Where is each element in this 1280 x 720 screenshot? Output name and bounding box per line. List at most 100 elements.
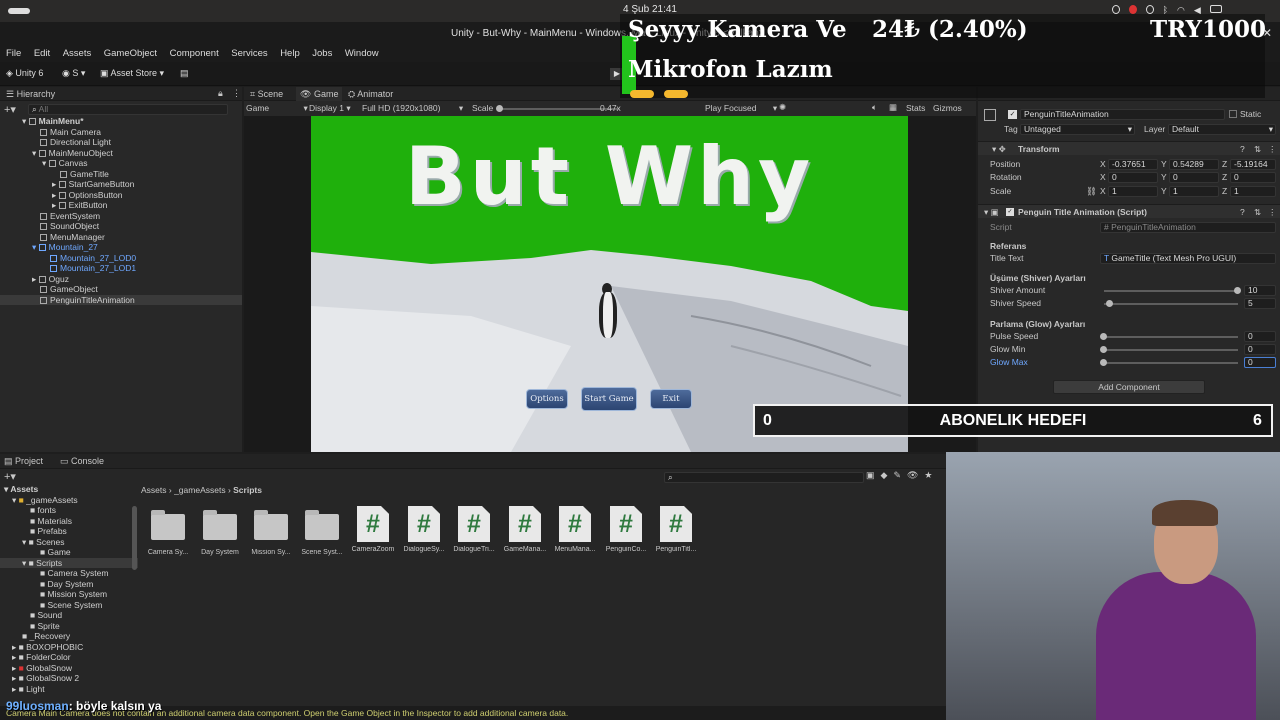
asset-store-button[interactable]: ▣ Asset Store ▾ <box>100 68 164 79</box>
scale-y-input[interactable]: 1 <box>1169 186 1219 197</box>
project-tree-item[interactable]: ▸ ■ FolderColor <box>0 652 138 663</box>
hierarchy-item-mountain-lod0[interactable]: Mountain_27_LOD0 <box>0 253 242 264</box>
project-tree-item[interactable]: ▸ ■ Light <box>0 684 138 695</box>
menu-file[interactable]: File <box>6 48 21 59</box>
pulse-speed-input[interactable]: 0 <box>1244 331 1276 342</box>
gizmos-button[interactable]: Gizmos <box>933 103 962 113</box>
lock-icon[interactable]: 🔒︎ <box>218 88 223 99</box>
menu-assets[interactable]: Assets <box>63 48 92 59</box>
static-checkbox[interactable] <box>1229 110 1237 118</box>
asset-folder[interactable]: Mission Sy... <box>245 510 297 556</box>
breadcrumb-gameassets[interactable]: _gameAssets <box>174 485 226 495</box>
position-z-input[interactable]: -5.19164 <box>1230 159 1276 170</box>
component-menu-icon[interactable]: ⋮ <box>1268 143 1277 155</box>
title-text-field[interactable]: T GameTitle (Text Mesh Pro UGUI) <box>1100 253 1276 264</box>
resolution-dropdown[interactable]: Full HD (1920x1080) ▾ <box>362 103 463 114</box>
add-component-button[interactable]: Add Component <box>1053 380 1205 394</box>
link-scale-icon[interactable]: ⛓ <box>1086 185 1097 197</box>
hierarchy-tab[interactable]: ☰ Hierarchy <box>6 89 55 100</box>
tag-dropdown[interactable]: Untagged ▾ <box>1020 124 1135 135</box>
glow-max-track[interactable] <box>1104 362 1238 364</box>
preset-icon[interactable]: ⇅ <box>1254 143 1261 155</box>
tree-scrollbar[interactable] <box>132 506 137 570</box>
pulse-speed-track[interactable] <box>1104 336 1238 338</box>
hierarchy-item-oguz[interactable]: ▸ Oguz <box>0 274 242 285</box>
eye-icon[interactable]: 👁︎ <box>907 470 918 481</box>
preset-icon[interactable]: ⇅ <box>1254 206 1261 218</box>
hierarchy-item-gameobject[interactable]: GameObject <box>0 284 242 295</box>
rotation-x-input[interactable]: 0 <box>1108 172 1158 183</box>
project-tree-item[interactable]: ▾ ■ Scenes <box>0 537 138 548</box>
hierarchy-item-eventsystem[interactable]: EventSystem <box>0 211 242 222</box>
pulse-speed-knob[interactable] <box>1100 333 1107 340</box>
menu-jobs[interactable]: Jobs <box>312 48 332 59</box>
project-tree-item[interactable]: ■ Camera System <box>0 568 138 579</box>
package-icon[interactable]: ▤ <box>180 68 189 79</box>
project-tree-item[interactable]: ▾ ■ _gameAssets <box>0 495 138 506</box>
component-enabled-checkbox[interactable]: ✓ <box>1006 208 1014 216</box>
position-x-input[interactable]: -0.37651 <box>1108 159 1158 170</box>
grid-icon[interactable]: ▦ <box>889 102 897 113</box>
scale-slider-knob[interactable] <box>496 105 503 112</box>
hierarchy-item-mountain-lod1[interactable]: Mountain_27_LOD1 <box>0 263 242 274</box>
tab-project[interactable]: ▤ Project <box>4 456 43 467</box>
stats-button[interactable]: Stats <box>906 103 925 113</box>
mute-icon[interactable]: 🔈︎ <box>872 102 877 113</box>
asset-script[interactable]: # PenguinTitl... <box>650 506 702 553</box>
settings-icon[interactable] <box>1112 5 1120 14</box>
asset-folder[interactable]: Scene Syst... <box>296 510 348 556</box>
tab-game[interactable]: 👁︎ Game <box>296 87 343 101</box>
options-button[interactable]: Options <box>526 389 568 409</box>
project-tree-item[interactable]: ■ Sprite <box>0 621 138 632</box>
transform-header[interactable]: Transform ▾ ✥ ? ⇅ ⋮ <box>978 141 1280 155</box>
menu-gameobject[interactable]: GameObject <box>104 48 157 59</box>
bug-icon[interactable]: ✺ <box>779 102 786 113</box>
hierarchy-item-gametitle[interactable]: GameTitle <box>0 169 242 180</box>
hierarchy-add-button[interactable]: +▾ <box>4 103 16 116</box>
hierarchy-item-mainmenuobject[interactable]: ▾ MainMenuObject <box>0 148 242 159</box>
hierarchy-item-optionsbutton[interactable]: ▸ OptionsButton <box>0 190 242 201</box>
start-game-button[interactable]: Start Game <box>581 387 637 411</box>
project-tree-item[interactable]: ▸ ■ GlobalSnow <box>0 663 138 674</box>
game-mode-dropdown[interactable]: Game ▾ <box>246 103 308 114</box>
asset-folder[interactable]: Day System <box>194 510 246 556</box>
more-options-icon[interactable]: ⋮ <box>232 88 241 99</box>
tag-icon[interactable]: ✎ <box>893 470 901 481</box>
help-icon[interactable]: ? <box>1240 143 1245 155</box>
hierarchy-item-directional-light[interactable]: Directional Light <box>0 137 242 148</box>
filter-icon[interactable]: ▣ <box>866 470 875 481</box>
project-tree-item[interactable]: ■ Mission System <box>0 589 138 600</box>
glow-min-input[interactable]: 0 <box>1244 344 1276 355</box>
shiver-amount-track[interactable] <box>1104 290 1238 292</box>
active-checkbox[interactable]: ✓ <box>1008 110 1017 119</box>
scale-x-input[interactable]: 1 <box>1108 186 1158 197</box>
tab-console[interactable]: ▭ Console <box>60 456 104 467</box>
project-tree-item[interactable]: ■ Day System <box>0 579 138 590</box>
menu-services[interactable]: Services <box>231 48 267 59</box>
asset-script[interactable]: # MenuMana... <box>549 506 601 553</box>
label-icon[interactable]: ◆ <box>881 470 888 481</box>
help-icon[interactable]: ? <box>1240 206 1245 218</box>
shiver-speed-track[interactable] <box>1104 303 1238 305</box>
asset-script[interactable]: # GameMana... <box>499 506 551 553</box>
exit-button[interactable]: Exit <box>650 389 692 409</box>
breadcrumb-scripts[interactable]: Scripts <box>233 485 262 495</box>
star-icon[interactable]: ★ <box>924 470 932 481</box>
play-focused-dropdown[interactable]: Play Focused ▾ <box>705 103 777 114</box>
unity-version-button[interactable]: ◈ Unity 6 <box>6 68 43 79</box>
tab-scene[interactable]: ⌗ Scene <box>250 89 283 100</box>
asset-script[interactable]: # DialogueSy... <box>398 506 450 553</box>
game-render[interactable]: But Why Options Start Game Exit <box>311 116 908 452</box>
hierarchy-item-startgamebutton[interactable]: ▸ StartGameButton <box>0 179 242 190</box>
component-menu-icon[interactable]: ⋮ <box>1268 206 1277 218</box>
menu-component[interactable]: Component <box>170 48 219 59</box>
shiver-speed-input[interactable]: 5 <box>1244 298 1276 309</box>
glow-min-knob[interactable] <box>1100 346 1107 353</box>
menu-help[interactable]: Help <box>280 48 300 59</box>
scale-z-input[interactable]: 1 <box>1230 186 1276 197</box>
asset-script[interactable]: # DialogueTri... <box>448 506 500 553</box>
project-search-input[interactable]: ⌕ <box>664 472 864 483</box>
project-tree-item[interactable]: ■ Prefabs <box>0 526 138 537</box>
display-dropdown[interactable]: Display 1 ▾ <box>309 103 351 114</box>
hierarchy-item-menumanager[interactable]: MenuManager <box>0 232 242 243</box>
